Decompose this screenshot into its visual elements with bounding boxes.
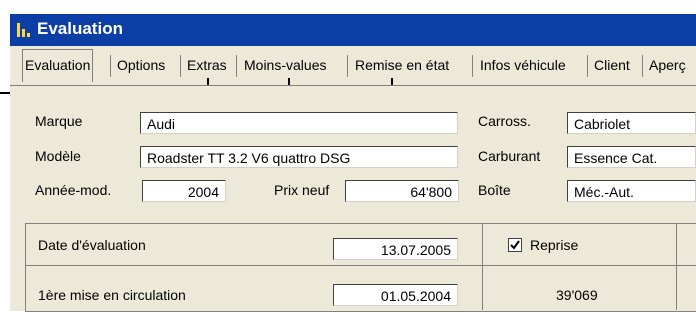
boite-label: Boîte xyxy=(478,182,511,198)
grid-row-divider xyxy=(25,265,696,266)
tab-separator xyxy=(472,55,473,77)
boite-field[interactable]: Méc.-Aut. xyxy=(567,180,696,202)
tab-separator xyxy=(347,55,348,77)
tab-separator xyxy=(236,55,237,77)
date-evaluation-field[interactable]: 13.07.2005 xyxy=(333,238,458,260)
reprise-label: Reprise xyxy=(530,237,579,253)
prix-neuf-label: Prix neuf xyxy=(274,182,330,198)
tab-moins-values[interactable]: Moins-values xyxy=(244,54,326,76)
prix-neuf-field[interactable]: 64'800 xyxy=(345,180,459,202)
marque-label: Marque xyxy=(35,113,83,129)
checkmark-icon xyxy=(510,240,520,250)
title-bar: Evaluation xyxy=(10,14,696,46)
tab-client[interactable]: Client xyxy=(594,54,630,76)
grid-column-divider xyxy=(676,223,677,310)
grid-column-divider xyxy=(482,223,483,310)
tab-separator xyxy=(180,55,181,77)
first-registration-label: 1ère mise en circulation xyxy=(38,287,186,303)
tab-separator xyxy=(642,55,643,77)
carross-label: Carross. xyxy=(478,113,531,129)
marque-field[interactable]: Audi xyxy=(140,112,458,134)
tab-evaluation[interactable]: Evaluation xyxy=(22,49,94,82)
tab-options[interactable]: Options xyxy=(117,54,165,76)
tab-remise-en-etat[interactable]: Remise en état xyxy=(355,54,449,76)
first-registration-field[interactable]: 01.05.2004 xyxy=(333,284,458,306)
tab-separator xyxy=(587,55,588,77)
carburant-label: Carburant xyxy=(478,148,541,164)
tab-separator xyxy=(110,55,111,77)
annee-field[interactable]: 2004 xyxy=(142,180,226,202)
carross-field[interactable]: Cabriolet xyxy=(567,112,696,134)
reprise-checkbox[interactable] xyxy=(508,238,522,252)
app-bar-chart-icon xyxy=(17,23,30,37)
km-value: 39'069 xyxy=(556,287,598,303)
carburant-field[interactable]: Essence Cat. xyxy=(567,146,696,168)
tab-infos-vehicule[interactable]: Infos véhicule xyxy=(480,54,566,76)
modele-label: Modèle xyxy=(35,148,81,164)
window-title: Evaluation xyxy=(37,19,123,38)
tab-apercu[interactable]: Aperç xyxy=(649,54,686,76)
modele-field[interactable]: Roadster TT 3.2 V6 quattro DSG xyxy=(140,146,458,168)
date-evaluation-label: Date d'évaluation xyxy=(38,237,146,253)
tab-extras[interactable]: Extras xyxy=(187,54,227,76)
annee-label: Année-mod. xyxy=(35,182,112,198)
